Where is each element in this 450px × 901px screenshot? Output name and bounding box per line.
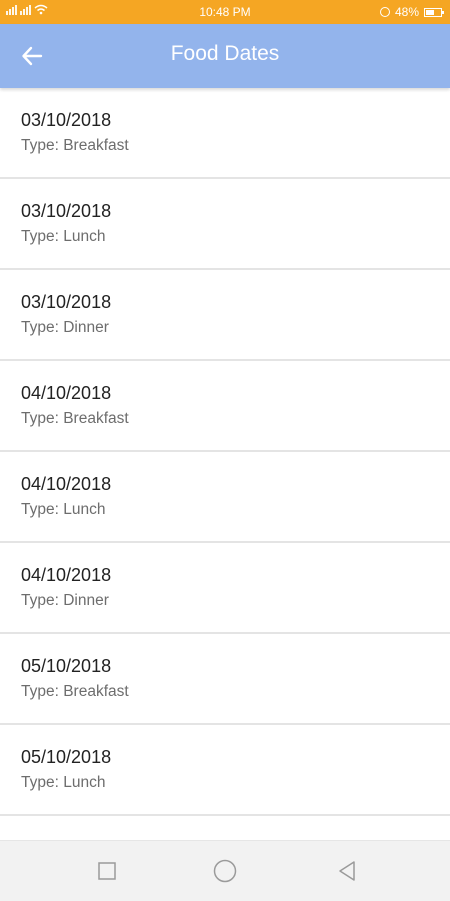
list-item[interactable]: 04/10/2018 Type: Breakfast [0, 361, 450, 452]
system-nav-bar [0, 840, 450, 901]
triangle-back-icon [339, 861, 355, 881]
item-type: Type: Dinner [21, 592, 109, 609]
item-date: 04/10/2018 [21, 383, 112, 403]
status-icons-right: 48% [379, 5, 444, 19]
item-type: Type: Breakfast [21, 683, 129, 700]
alarm-icon [379, 7, 390, 17]
list-item[interactable]: 03/10/2018 Type: Dinner [0, 270, 450, 361]
app-bar: Food Dates [0, 24, 450, 88]
list-item[interactable]: 03/10/2018 Type: Breakfast [0, 88, 450, 179]
list-item[interactable]: 03/10/2018 Type: Lunch [0, 179, 450, 270]
item-type: Type: Breakfast [21, 410, 129, 427]
item-type: Type: Lunch [21, 228, 106, 245]
list-item[interactable]: 05/10/2018 Type: Breakfast [0, 634, 450, 725]
item-date: 04/10/2018 [21, 474, 112, 494]
square-icon [98, 862, 116, 880]
item-date: 03/10/2018 [21, 292, 112, 312]
status-bar: 10:48 PM 48% [0, 0, 450, 24]
list-item[interactable]: 04/10/2018 Type: Dinner [0, 543, 450, 634]
item-date: 05/10/2018 [21, 656, 112, 676]
item-type: Type: Dinner [21, 319, 109, 336]
item-date: 05/10/2018 [21, 747, 112, 767]
item-date: 03/10/2018 [21, 110, 112, 130]
home-button[interactable] [210, 856, 240, 886]
item-type: Type: Breakfast [21, 137, 129, 154]
item-type: Type: Lunch [21, 501, 106, 518]
nav-back-button[interactable] [332, 856, 362, 886]
circle-icon [213, 859, 237, 883]
battery-percent: 48% [394, 5, 419, 19]
item-type: Type: Lunch [21, 774, 106, 791]
page-title: Food Dates [170, 42, 280, 65]
list-item[interactable]: 04/10/2018 Type: Lunch [0, 452, 450, 543]
recent-apps-button[interactable] [92, 856, 122, 886]
list-item[interactable]: 05/10/2018 Type: Lunch [0, 725, 450, 816]
battery-icon [424, 7, 444, 17]
food-dates-list: 03/10/2018 Type: Breakfast 03/10/2018 Ty… [0, 88, 450, 816]
item-date: 03/10/2018 [21, 201, 112, 221]
item-date: 04/10/2018 [21, 565, 112, 585]
